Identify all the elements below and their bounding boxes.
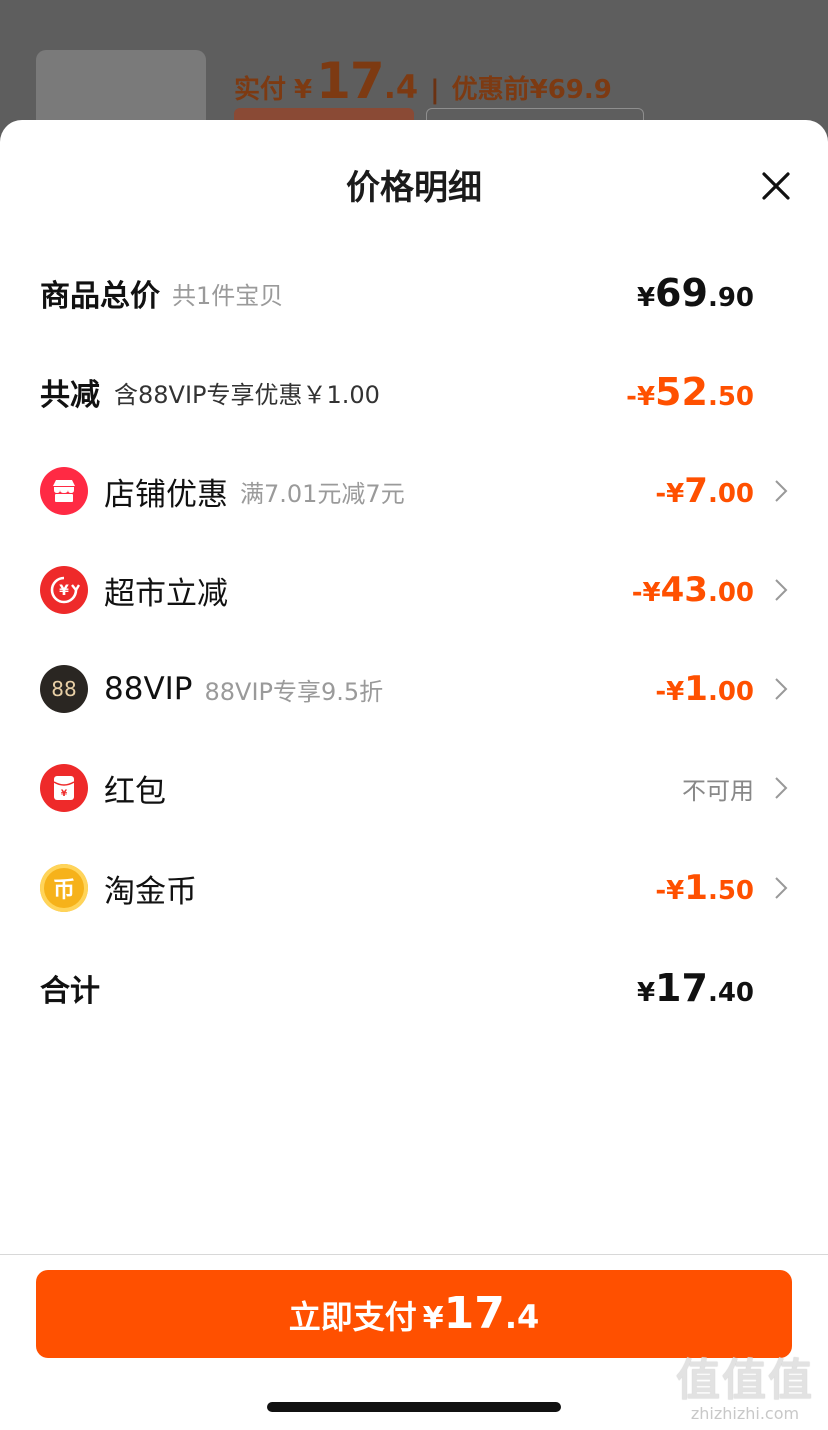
pay-button-dec: .4: [504, 1298, 540, 1336]
discount-item-condition: 满7.01元减7元: [240, 479, 405, 508]
price-decimal: .90: [707, 283, 754, 313]
vip-discount-note: 含88VIP专享优惠￥1.00: [114, 380, 380, 409]
store-icon: [40, 467, 88, 515]
pay-button-yen: ¥: [422, 1301, 444, 1336]
svg-text:¥: ¥: [61, 789, 68, 799]
chevron-right-icon: [775, 480, 788, 502]
paid-dec: .4: [383, 68, 419, 106]
total-discount-row: 共减 含88VIP专享优惠￥1.00 -¥ 52 .50: [0, 357, 828, 427]
88vip-icon: 88: [40, 665, 88, 713]
discount-item-taojin-coin[interactable]: 币 淘金币 -¥ 1 .50: [0, 853, 828, 923]
discount-item-label: 超市立减: [104, 575, 228, 612]
price-integer: 52: [655, 370, 708, 414]
price-decimal: .00: [707, 677, 754, 707]
paid-int: 17: [316, 52, 385, 110]
close-icon: [762, 172, 790, 200]
discount-item-label: 店铺优惠: [104, 476, 228, 513]
sum-row: 合计 ¥ 17 .40: [0, 953, 828, 1023]
discount-item-label: 淘金币: [104, 873, 197, 910]
price-integer: 69: [655, 271, 708, 315]
price-integer: 7: [684, 471, 708, 511]
discount-item-supermarket[interactable]: ¥ 超市立减 -¥ 43 .00: [0, 555, 828, 625]
discount-prefix: -¥: [631, 578, 661, 608]
red-packet-status: 不可用: [682, 776, 754, 805]
chevron-right-icon: [775, 777, 788, 799]
coin-icon-text: 币: [52, 878, 75, 903]
background-price-summary: 实付 ¥ 17 .4 | 优惠前¥69.9: [234, 52, 612, 110]
footer-divider: [0, 1254, 828, 1255]
price-integer: 17: [655, 966, 708, 1010]
price-separator: |: [430, 75, 440, 105]
total-discount-label: 共减: [40, 378, 100, 413]
discount-prefix: -¥: [655, 876, 685, 906]
sheet-title: 价格明细: [346, 168, 482, 208]
sum-label: 合计: [40, 974, 100, 1009]
price-integer: 1: [684, 868, 708, 908]
discount-prefix: -¥: [655, 677, 685, 707]
pay-button-int: 17: [443, 1288, 505, 1339]
discount-item-88vip[interactable]: 88 88VIP 88VIP专享9.5折 -¥ 1 .00: [0, 654, 828, 724]
chevron-right-icon: [775, 678, 788, 700]
price-integer: 1: [684, 669, 708, 709]
currency-symbol: ¥: [636, 283, 656, 313]
price-decimal: .00: [707, 578, 754, 608]
discount-item-label: 88VIP: [104, 671, 193, 707]
chevron-right-icon: [775, 579, 788, 601]
paid-label: 实付: [234, 75, 287, 105]
total-price-label: 商品总价: [40, 279, 160, 314]
discount-item-red-packet[interactable]: ¥ 红包 不可用: [0, 753, 828, 823]
watermark-url: zhizhizhi.com: [690, 1404, 800, 1423]
svg-text:¥: ¥: [59, 583, 69, 599]
price-decimal: .00: [707, 479, 754, 509]
total-price-row: 商品总价 共1件宝贝 ¥ 69 .90: [0, 258, 828, 328]
taojin-coin-icon: 币: [40, 864, 88, 912]
price-decimal: .50: [707, 876, 754, 906]
discount-item-condition: 88VIP专享9.5折: [204, 677, 384, 706]
watermark: 值值值 zhizhizhi.com: [670, 1344, 820, 1424]
discount-item-label: 红包: [104, 773, 166, 810]
item-count: 共1件宝贝: [172, 281, 284, 310]
pay-button-label: 立即支付: [288, 1298, 417, 1336]
price-detail-sheet: 价格明细 商品总价 共1件宝贝 ¥ 69 .90 共减 含88VIP专享优惠￥1…: [0, 120, 828, 1430]
supermarket-discount-icon: ¥: [40, 566, 88, 614]
price-decimal: .50: [707, 382, 754, 412]
before-discount-price: 优惠前¥69.9: [451, 75, 612, 105]
price-integer: 43: [660, 570, 708, 610]
close-button[interactable]: [760, 170, 792, 202]
discount-prefix: -¥: [626, 382, 656, 412]
price-decimal: .40: [707, 978, 754, 1008]
watermark-logo: 值值值: [676, 1355, 814, 1406]
88vip-icon-text: 88: [51, 677, 77, 701]
chevron-right-icon: [775, 877, 788, 899]
paid-yen: ¥: [294, 75, 313, 105]
discount-prefix: -¥: [655, 479, 685, 509]
currency-symbol: ¥: [636, 978, 656, 1008]
discount-item-store[interactable]: 店铺优惠 满7.01元减7元 -¥ 7 .00: [0, 456, 828, 526]
red-packet-icon: ¥: [40, 764, 88, 812]
home-indicator: [267, 1402, 561, 1412]
